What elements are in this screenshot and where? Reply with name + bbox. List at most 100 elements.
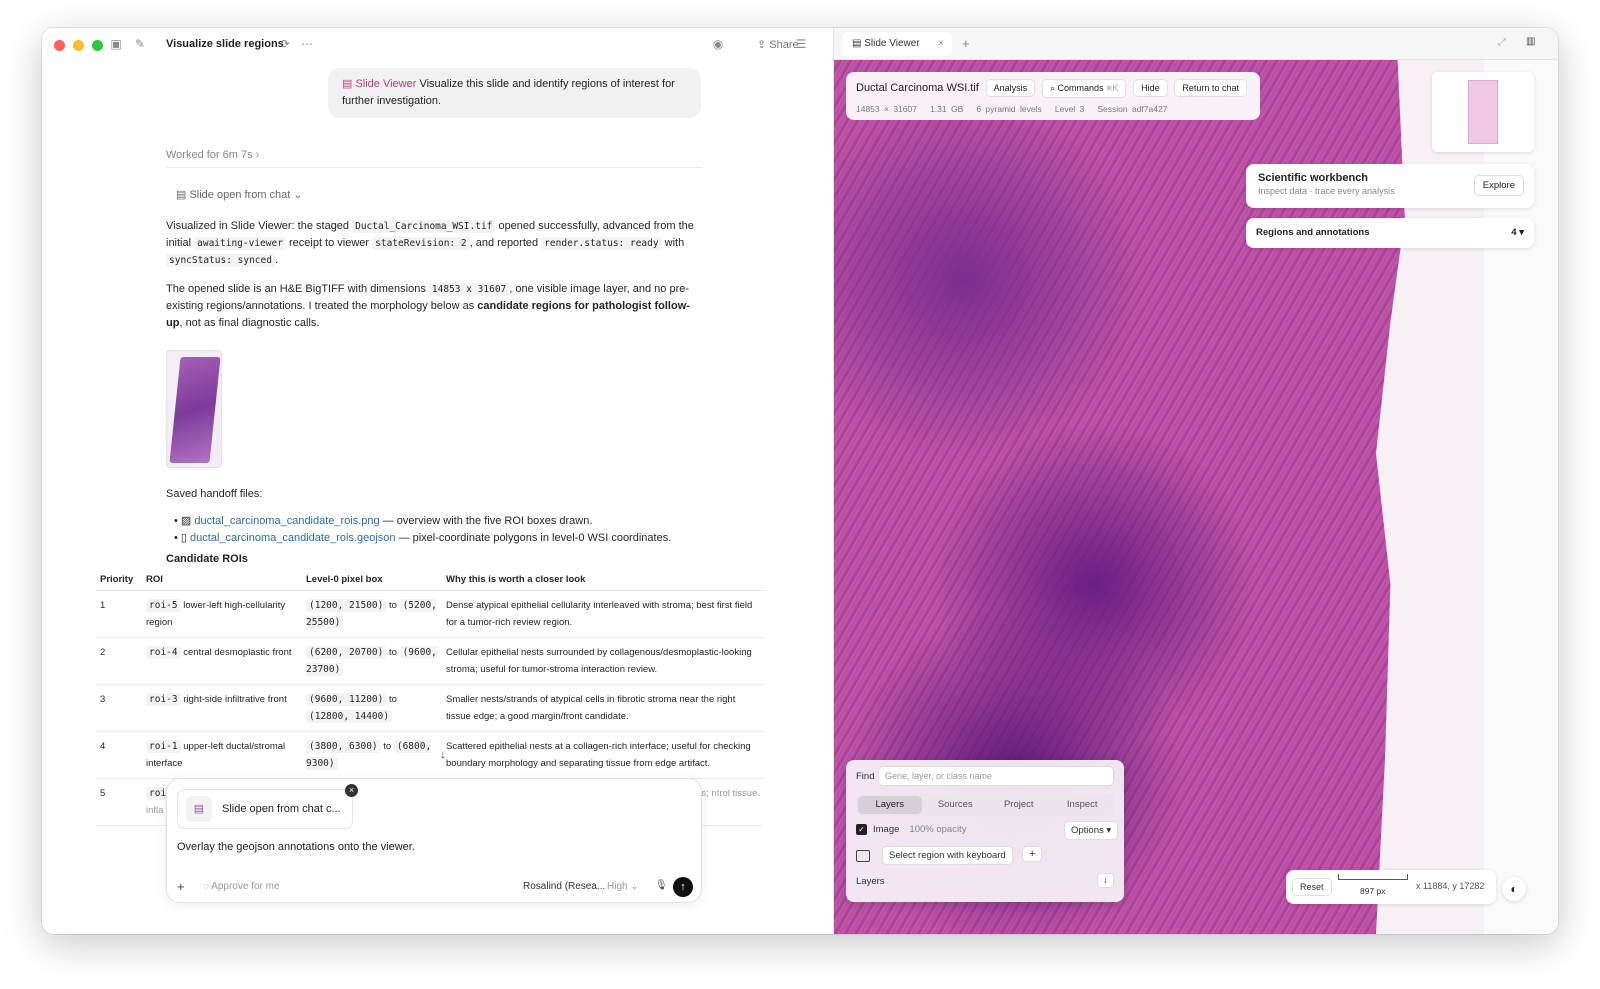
- send-button[interactable]: ↑: [673, 877, 693, 897]
- attachment-chip[interactable]: ▤ Slide open from chat c... ×: [177, 784, 358, 829]
- eye-icon[interactable]: ◉: [711, 37, 725, 51]
- new-chat-icon[interactable]: ✎: [133, 37, 147, 51]
- tab-sources[interactable]: Sources: [924, 794, 988, 816]
- box-start: (1200, 21500): [306, 598, 387, 612]
- share-button[interactable]: ⇪ Share: [757, 38, 799, 51]
- box-start: (6200, 20700): [306, 645, 387, 659]
- tab-layers[interactable]: Layers: [858, 796, 922, 814]
- priority-cell: 5: [96, 778, 142, 826]
- add-region-button[interactable]: +: [1022, 846, 1043, 862]
- commands-button[interactable]: ⌕ Commands ⌘K: [1041, 79, 1127, 98]
- count-value: 4: [1511, 227, 1517, 238]
- slide-viewer-icon: ▤: [342, 78, 356, 90]
- roi-overview-thumbnail[interactable]: [166, 350, 222, 468]
- composer-toolbar: + ◌ Approve for me Rosalind (Resea... Hi…: [177, 877, 693, 897]
- download-icon[interactable]: ↓: [1097, 873, 1114, 888]
- hide-button[interactable]: Hide: [1133, 79, 1168, 97]
- return-to-chat-button[interactable]: Return to chat: [1174, 79, 1247, 97]
- priority-cell: 1: [96, 590, 142, 638]
- chevron-down-icon: ▾: [1519, 227, 1524, 238]
- inline-code: stateRevision: 2: [372, 237, 470, 250]
- find-label: Find: [856, 771, 875, 782]
- roi-cell: roi-3 right-side infiltrative front: [142, 684, 302, 732]
- effort-selector[interactable]: High ⌄: [607, 881, 639, 892]
- tab-project[interactable]: Project: [987, 794, 1051, 816]
- box-end: (12800, 14400): [306, 709, 393, 723]
- text: , not as final diagnostic calls.: [179, 317, 320, 329]
- contrast-toggle-icon[interactable]: ◐: [1502, 877, 1526, 901]
- why-cell: Dense atypical epithelial cellularity in…: [442, 590, 764, 638]
- file-item-png: • ▨ ductal_carcinoma_candidate_rois.png …: [174, 515, 593, 527]
- box-cell: (1200, 21500) to (5200, 25500): [302, 590, 442, 638]
- file-link-geojson[interactable]: ductal_carcinoma_candidate_rois.geojson: [190, 532, 395, 544]
- file-link-png[interactable]: ductal_carcinoma_candidate_rois.png: [194, 515, 379, 527]
- chevron-down-icon: ⌄: [293, 189, 303, 201]
- user-message: ▤ Slide Viewer Visualize this slide and …: [328, 68, 701, 118]
- reset-button[interactable]: Reset: [1292, 878, 1332, 896]
- scale-label: 897 px: [1360, 886, 1386, 896]
- approve-toggle[interactable]: ◌ Approve for me: [203, 881, 280, 892]
- checklist-icon[interactable]: ☰: [794, 37, 808, 51]
- minimap[interactable]: [1432, 72, 1534, 152]
- options-button[interactable]: Options ▾: [1064, 821, 1119, 840]
- explore-button[interactable]: Explore: [1473, 175, 1524, 196]
- dimensions: 14853 × 31607: [856, 104, 917, 114]
- box-start: (3800, 6300): [306, 739, 381, 753]
- share-icon: ⇪: [757, 39, 770, 51]
- zoom-window-button[interactable]: [92, 40, 103, 51]
- image-file-icon: ▨: [180, 515, 195, 527]
- roi-id: roi-3: [146, 692, 181, 706]
- minimize-window-button[interactable]: [73, 40, 84, 51]
- expand-icon[interactable]: ⤢: [1498, 37, 1506, 48]
- tab-inspect[interactable]: Inspect: [1051, 794, 1115, 816]
- box-to: to: [383, 740, 392, 752]
- analysis-button[interactable]: Analysis: [985, 79, 1036, 97]
- slide-viewer-tag[interactable]: ▤ Slide Viewer: [342, 78, 416, 90]
- find-input[interactable]: Gene, layer, or class name: [878, 766, 1114, 786]
- slide-viewer-icon: ▤: [176, 189, 190, 201]
- search-icon: ⌕: [1049, 83, 1058, 93]
- select-region-icon[interactable]: [856, 850, 870, 862]
- image-layer-row: ✓ Image 100% opacity: [856, 824, 966, 835]
- table-row: 2 roi-4 central desmoplastic front (6200…: [96, 637, 764, 685]
- why-cell: Scattered epithelial nests at a collagen…: [442, 731, 764, 779]
- inline-code: render.status: ready: [541, 237, 662, 250]
- layers-panel: Find Gene, layer, or class name Layers S…: [846, 760, 1124, 902]
- history-icon[interactable]: ⟳: [278, 37, 292, 51]
- assistant-paragraph-2: The opened slide is an H&E BigTIFF with …: [166, 281, 702, 332]
- tab-slide-viewer[interactable]: ▤ Slide Viewer ×: [842, 32, 952, 56]
- session-id: Session adf7a427: [1097, 104, 1168, 114]
- plus-icon[interactable]: +: [177, 879, 185, 894]
- regions-annotations-toggle[interactable]: Regions and annotations 4 ▾: [1246, 218, 1534, 248]
- shortcut-label: ⌘K: [1106, 83, 1119, 93]
- microphone-icon[interactable]: 🎙: [655, 880, 668, 891]
- sidebar-toggle-icon[interactable]: ▣: [109, 37, 123, 51]
- new-tab-icon[interactable]: +: [962, 36, 970, 51]
- minimap-viewport[interactable]: [1468, 80, 1498, 144]
- divider: [166, 167, 702, 168]
- window-controls: [54, 40, 103, 51]
- effort-label: High: [607, 881, 628, 892]
- image-layer-label: Image: [873, 824, 900, 835]
- slide-open-toggle[interactable]: ▤ Slide open from chat ⌄: [176, 188, 303, 201]
- text: , and reported: [469, 237, 542, 249]
- image-layer-checkbox[interactable]: ✓: [856, 824, 867, 835]
- roi-name: right-side infiltrative front: [183, 693, 287, 705]
- worked-for-toggle[interactable]: Worked for 6m 7s ›: [166, 149, 259, 161]
- panel-toggle-icon[interactable]: ▥: [1526, 36, 1535, 47]
- message-input[interactable]: Overlay the geojson annotations onto the…: [177, 841, 415, 853]
- attachment-label: Slide open from chat c...: [222, 803, 341, 815]
- chevron-right-icon: ›: [255, 149, 260, 161]
- priority-cell: 3: [96, 684, 142, 732]
- more-options-icon[interactable]: ⋯: [300, 37, 314, 51]
- box-cell: (6200, 20700) to (9600, 23700): [302, 637, 442, 685]
- roi-cell: roi-1 upper-left ductal/stromal interfac…: [142, 731, 302, 779]
- close-window-button[interactable]: [54, 40, 65, 51]
- close-tab-icon[interactable]: ×: [938, 38, 944, 49]
- scroll-down-arrow-icon[interactable]: ↓: [440, 746, 446, 763]
- model-selector[interactable]: Rosalind (Resea...: [523, 881, 605, 892]
- tissue-image: [169, 357, 221, 463]
- select-region-button[interactable]: Select region with keyboard: [882, 846, 1013, 865]
- slide-viewer-icon: ▤: [852, 38, 865, 49]
- remove-attachment-icon[interactable]: ×: [345, 784, 358, 797]
